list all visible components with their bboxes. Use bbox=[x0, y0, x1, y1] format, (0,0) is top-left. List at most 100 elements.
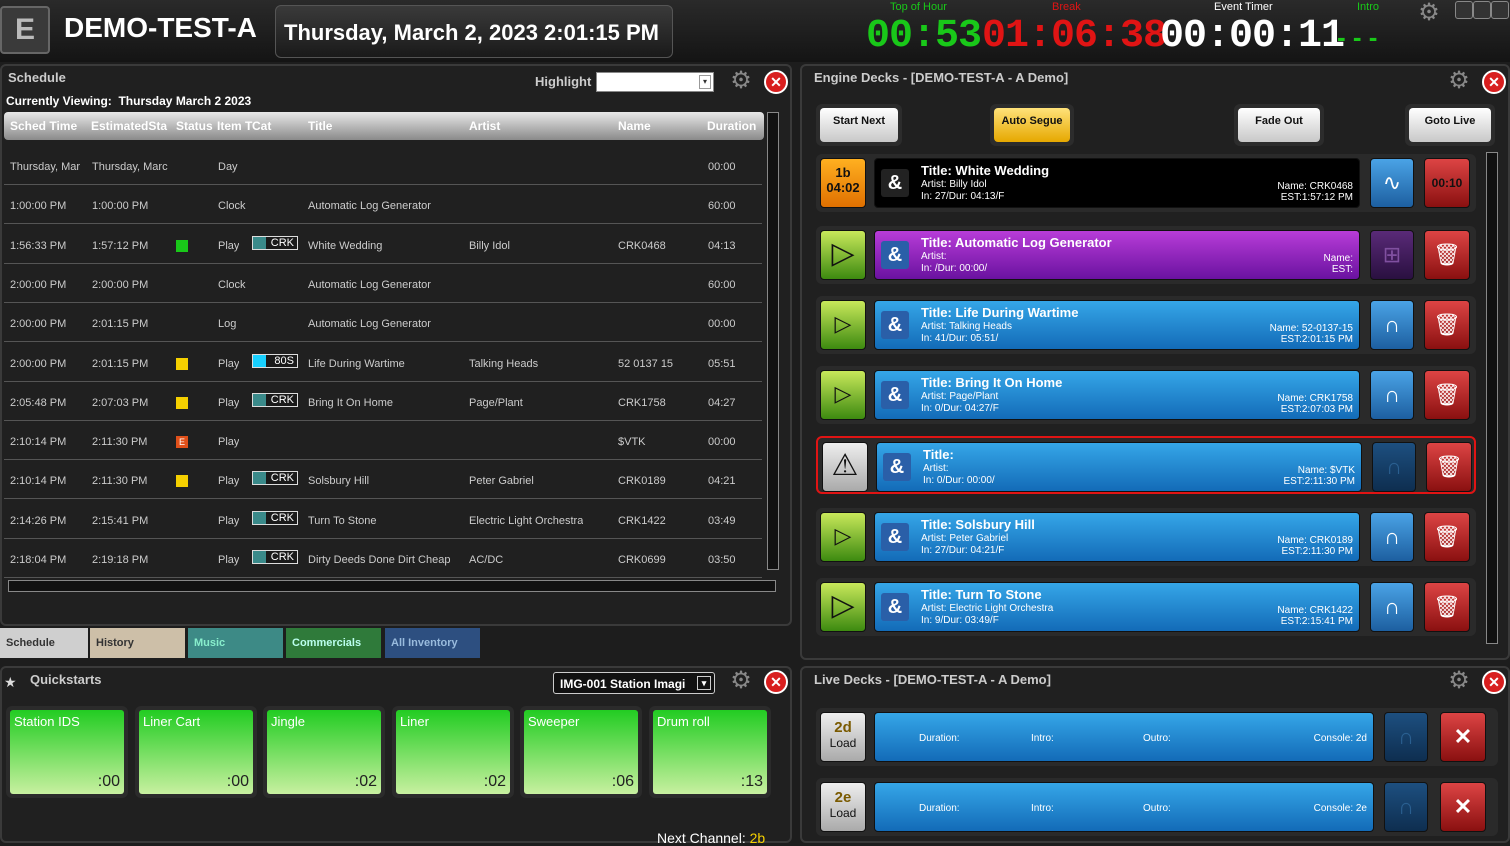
headphones-icon[interactable]: ∩ bbox=[1384, 712, 1428, 762]
play-icon[interactable]: ▷ bbox=[820, 582, 866, 632]
tab-commercials[interactable]: Commercials bbox=[286, 628, 381, 658]
col-title[interactable]: Title bbox=[308, 119, 332, 133]
quickstarts-select[interactable]: IMG-001 Station Imagi ▾ bbox=[553, 672, 715, 694]
col-cat[interactable]: Cat bbox=[252, 119, 271, 133]
highlight-select[interactable]: ▾ bbox=[596, 72, 714, 92]
tab-history[interactable]: History bbox=[90, 628, 185, 658]
play-icon[interactable]: ▷ bbox=[820, 230, 866, 280]
schedule-vscroll[interactable] bbox=[767, 112, 779, 570]
deck-info[interactable]: & Title: Life During Wartime Artist: Tal… bbox=[874, 300, 1360, 350]
headphones-icon[interactable]: ∩ bbox=[1370, 582, 1414, 632]
schedule-row[interactable]: 2:10:14 PM 2:11:30 PM Play Solsbury Hill Pet… bbox=[4, 460, 762, 500]
headphones-icon[interactable]: ∩ bbox=[1370, 300, 1414, 350]
log-generator-icon[interactable]: ⊞ bbox=[1370, 230, 1414, 280]
warning-icon[interactable]: ⚠ bbox=[822, 442, 868, 492]
restore-button[interactable] bbox=[1473, 1, 1491, 19]
quickstart-button[interactable]: Sweeper:06 bbox=[520, 706, 642, 798]
tab-all-inventory[interactable]: All Inventory bbox=[385, 628, 480, 658]
trash-icon[interactable]: 🗑 bbox=[1424, 230, 1470, 280]
quickstarts-close-icon[interactable]: ✕ bbox=[764, 670, 788, 694]
deck-info[interactable]: & Title: Solsbury Hill Artist: Peter Gab… bbox=[874, 512, 1360, 562]
play-intro-icon[interactable]: ▷ bbox=[820, 300, 866, 350]
live-deck-load-button[interactable]: 2d Load bbox=[820, 712, 866, 762]
schedule-hscroll[interactable] bbox=[8, 580, 776, 592]
headphones-icon[interactable]: ∩ bbox=[1370, 512, 1414, 562]
engine-vscroll[interactable] bbox=[1486, 152, 1498, 644]
deck-est: EST:2:11:30 PM bbox=[1283, 476, 1355, 487]
engine-close-icon[interactable]: ✕ bbox=[1482, 70, 1506, 94]
close-icon[interactable]: ✕ bbox=[1440, 782, 1486, 832]
top-of-hour-timer: 00:53 bbox=[866, 14, 982, 59]
ampersand-icon: & bbox=[881, 523, 909, 551]
deck-info[interactable]: & Title: Turn To Stone Artist: Electric … bbox=[874, 582, 1360, 632]
col-artist[interactable]: Artist bbox=[469, 119, 500, 133]
deck-intro-duration: In: 9/Dur: 03:49/F bbox=[921, 615, 999, 626]
col-item-type[interactable]: Item T bbox=[217, 119, 252, 133]
schedule-row[interactable]: 2:05:48 PM 2:07:03 PM Play Bring It On Home… bbox=[4, 382, 762, 421]
schedule-row[interactable]: 2:18:04 PM 2:19:18 PM Play Dirty Deeds Done… bbox=[4, 539, 762, 578]
col-status[interactable]: Status bbox=[176, 119, 213, 133]
quickstart-button[interactable]: Station IDS:00 bbox=[6, 706, 128, 798]
schedule-row[interactable]: 2:00:00 PM 2:01:15 PM Log Automatic Log Gen… bbox=[4, 303, 762, 343]
start-next-button[interactable]: Start Next bbox=[816, 104, 902, 146]
schedule-row[interactable]: 2:14:26 PM 2:15:41 PM Play Turn To Stone Ele… bbox=[4, 500, 762, 539]
col-sched-time[interactable]: Sched Time bbox=[10, 119, 77, 133]
auto-segue-button[interactable]: Auto Segue bbox=[990, 104, 1074, 146]
close-window-button[interactable] bbox=[1491, 1, 1509, 19]
close-icon[interactable]: ✕ bbox=[1440, 712, 1486, 762]
col-estimated-start[interactable]: EstimatedSta bbox=[91, 119, 167, 133]
deck-status-button[interactable]: 1b 04:02 bbox=[820, 158, 866, 208]
headphones-icon[interactable]: ∩ bbox=[1370, 370, 1414, 420]
tab-schedule[interactable]: Schedule bbox=[0, 628, 88, 658]
quickstart-button[interactable]: Liner:02 bbox=[392, 706, 514, 798]
deck-info[interactable]: & Title: Artist: In: 0/Dur: 00:00/ Name:… bbox=[876, 442, 1362, 492]
trash-icon[interactable]: 🗑 bbox=[1424, 370, 1470, 420]
settings-gear-icon[interactable]: ⚙ bbox=[1416, 0, 1442, 26]
schedule-close-icon[interactable]: ✕ bbox=[764, 70, 788, 94]
category-badge: CRK bbox=[252, 392, 298, 407]
schedule-row[interactable]: Thursday, Mar Thursday, Marc Day 00:00 bbox=[4, 146, 762, 185]
play-intro-icon[interactable]: ▷ bbox=[820, 370, 866, 420]
deck-title: Title: Automatic Log Generator bbox=[921, 235, 1112, 250]
deck-info[interactable]: & Title: Bring It On Home Artist: Page/P… bbox=[874, 370, 1360, 420]
live-deck-info[interactable]: Duration: Intro: Outro: Console: 2e bbox=[874, 782, 1374, 832]
trash-icon[interactable]: 🗑 bbox=[1426, 442, 1472, 492]
headphones-icon[interactable]: ∩ bbox=[1372, 442, 1416, 492]
quickstarts-gear-icon[interactable]: ⚙ bbox=[728, 668, 754, 694]
fade-out-button[interactable]: Fade Out bbox=[1234, 104, 1324, 146]
stop-sign-button[interactable]: 00:10 bbox=[1424, 158, 1470, 208]
minimize-button[interactable] bbox=[1455, 1, 1473, 19]
trash-icon[interactable]: 🗑 bbox=[1424, 512, 1470, 562]
live-gear-icon[interactable]: ⚙ bbox=[1446, 668, 1472, 694]
intro-label: Intro bbox=[1357, 1, 1380, 13]
tab-music[interactable]: Music bbox=[188, 628, 283, 658]
cell-item: Play bbox=[218, 396, 240, 409]
play-intro-icon[interactable]: ▷ bbox=[820, 512, 866, 562]
engine-gear-icon[interactable]: ⚙ bbox=[1446, 68, 1472, 94]
goto-live-button[interactable]: Goto Live bbox=[1405, 104, 1495, 146]
quickstart-button[interactable]: Liner Cart:00 bbox=[135, 706, 257, 798]
trash-icon[interactable]: 🗑 bbox=[1424, 582, 1470, 632]
live-deck-info[interactable]: Duration: Intro: Outro: Console: 2d bbox=[874, 712, 1374, 762]
deck-info[interactable]: & Title: White Wedding Artist: Billy Ido… bbox=[874, 158, 1360, 208]
schedule-row[interactable]: 1:00:00 PM 1:00:00 PM Clock Automatic Log G… bbox=[4, 185, 762, 225]
schedule-title: Schedule bbox=[8, 70, 66, 85]
headphones-icon[interactable]: ∩ bbox=[1384, 782, 1428, 832]
quickstart-button[interactable]: Drum roll:13 bbox=[649, 706, 771, 798]
schedule-row[interactable]: 2:00:00 PM 2:01:15 PM Play Life During Wart… bbox=[4, 343, 762, 382]
schedule-row[interactable]: 2:00:00 PM 2:00:00 PM Clock Automatic Log G… bbox=[4, 264, 762, 303]
quickstart-duration: :02 bbox=[483, 773, 506, 790]
trash-icon[interactable]: 🗑 bbox=[1424, 300, 1470, 350]
live-deck-load-button[interactable]: 2e Load bbox=[820, 782, 866, 832]
schedule-row[interactable]: 2:10:14 PM 2:11:30 PM Play $VTK 00:00 E bbox=[4, 421, 762, 461]
deck-info[interactable]: & Title: Automatic Log Generator Artist:… bbox=[874, 230, 1360, 280]
col-name[interactable]: Name bbox=[618, 119, 651, 133]
waveform-icon[interactable]: ∿ bbox=[1370, 158, 1414, 208]
schedule-row[interactable]: 1:56:33 PM 1:57:12 PM Play White Wedding Bil… bbox=[4, 225, 762, 264]
schedule-gear-icon[interactable]: ⚙ bbox=[728, 68, 754, 94]
live-close-icon[interactable]: ✕ bbox=[1482, 670, 1506, 694]
cell-title: Bring It On Home bbox=[308, 396, 393, 409]
quickstart-button[interactable]: Jingle:02 bbox=[263, 706, 385, 798]
col-duration[interactable]: Duration bbox=[707, 119, 756, 133]
currently-viewing: Currently Viewing: Thursday March 2 2023 bbox=[6, 94, 251, 108]
